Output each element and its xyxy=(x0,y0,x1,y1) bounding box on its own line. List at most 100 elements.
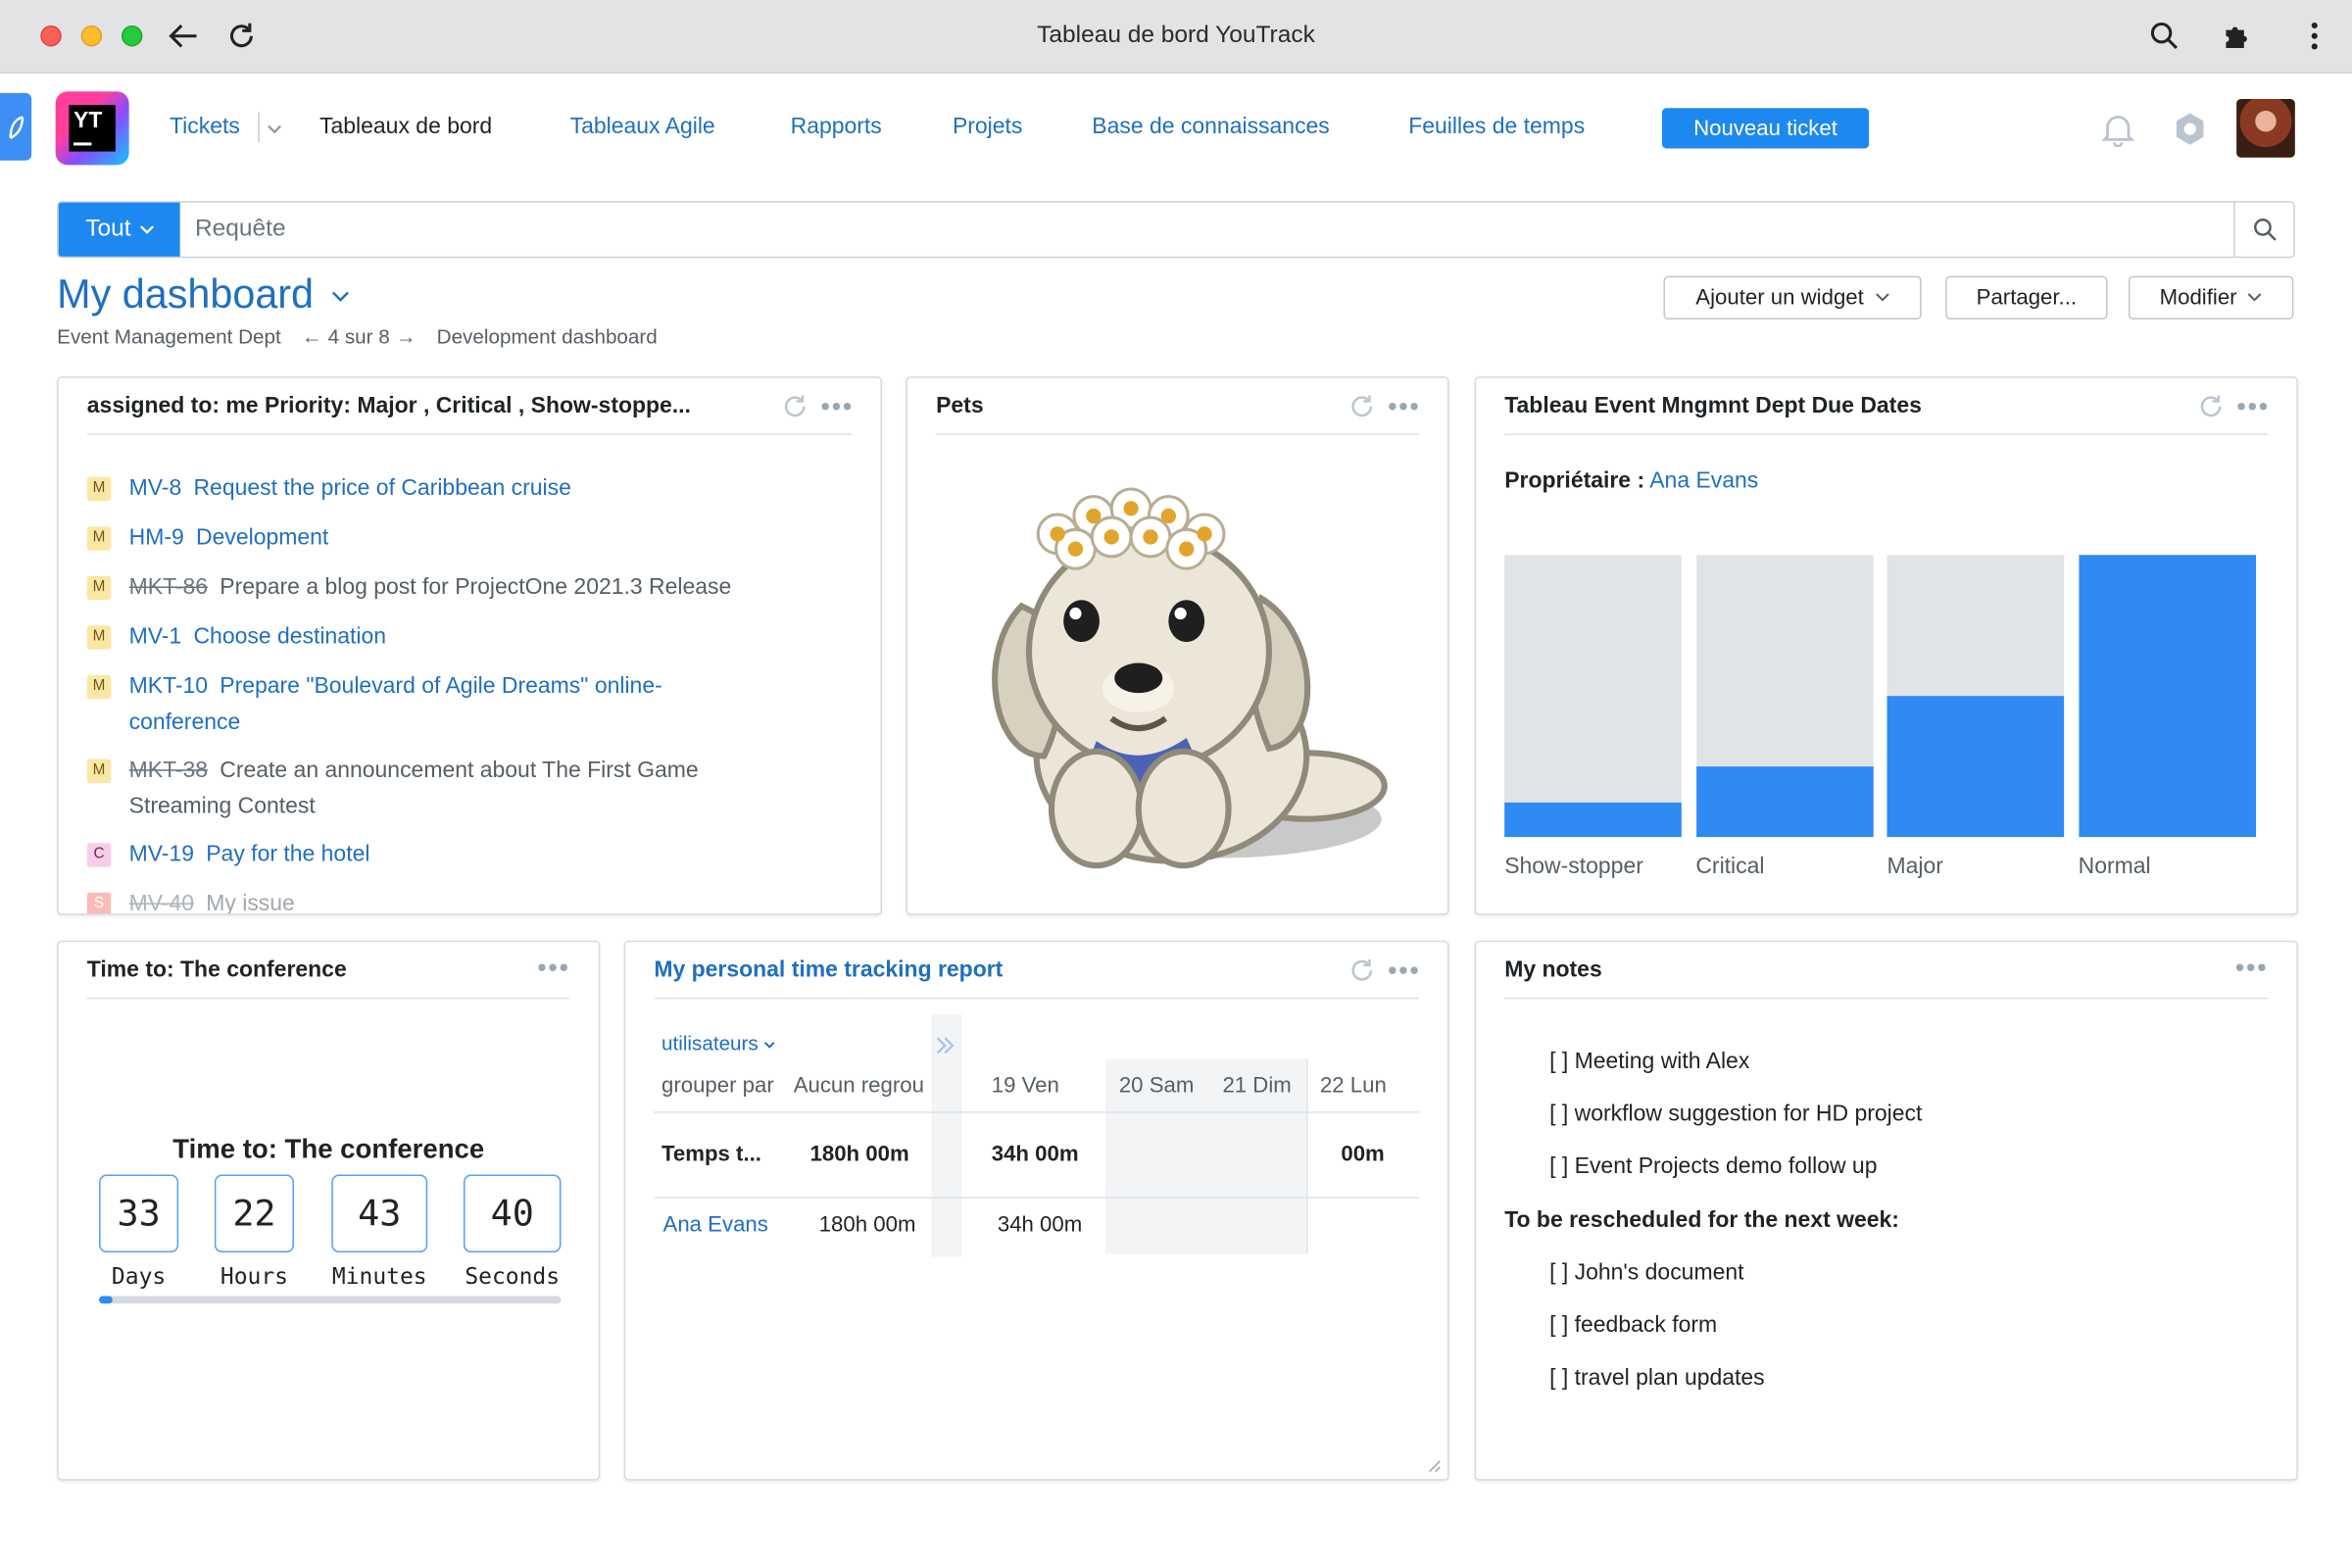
user-avatar[interactable] xyxy=(2236,99,2295,158)
countdown-seconds-value: 40 xyxy=(463,1174,562,1253)
issue-row[interactable]: S MV-40 My issue xyxy=(86,887,295,914)
widget-menu-icon[interactable]: ••• xyxy=(537,954,570,981)
issue-summary[interactable]: Choose destination xyxy=(193,624,386,650)
issue-summary[interactable]: Request the price of Caribbean cruise xyxy=(193,475,570,501)
next-dashboard-arrow-icon[interactable]: → xyxy=(396,325,416,348)
issues-widget: assigned to: me Priority: Major , Critic… xyxy=(57,376,882,915)
countdown-seconds-label: Seconds xyxy=(465,1262,561,1291)
priority-badge: C xyxy=(86,843,112,867)
issue-id[interactable]: MV-19 xyxy=(129,842,194,867)
zoom-search-icon[interactable] xyxy=(2146,18,2182,54)
issue-id[interactable]: MV-1 xyxy=(129,624,182,650)
add-widget-button[interactable]: Ajouter un widget xyxy=(1663,275,1922,320)
countdown-widget-title: Time to: The conference xyxy=(86,956,347,983)
chevron-down-icon[interactable] xyxy=(267,124,281,135)
settings-gear-icon[interactable] xyxy=(2171,110,2210,149)
next-dashboard-link[interactable]: Development dashboard xyxy=(437,325,658,348)
widget-menu-icon[interactable]: ••• xyxy=(820,393,854,420)
widget-menu-icon[interactable]: ••• xyxy=(1388,957,1421,985)
feather-icon xyxy=(8,115,24,139)
issue-row[interactable]: C MV-19 Pay for the hotel xyxy=(86,837,370,872)
countdown-widget: Time to: The conference ••• Time to: The… xyxy=(57,940,601,1481)
issue-row[interactable]: M HM-9 Development xyxy=(86,520,328,556)
issue-id[interactable]: MV-8 xyxy=(129,475,182,501)
owner-link[interactable]: Ana Evans xyxy=(1649,468,1758,494)
priority-badge: M xyxy=(86,625,112,650)
group-selector[interactable]: utilisateurs xyxy=(662,1032,776,1054)
widget-menu-icon[interactable]: ••• xyxy=(2235,954,2269,981)
extensions-puzzle-icon[interactable] xyxy=(2219,18,2255,54)
note-item: [ ] travel plan updates xyxy=(1549,1364,1765,1391)
issue-row[interactable]: M MV-8 Request the price of Caribbean cru… xyxy=(86,471,571,507)
nav-dashboards[interactable]: Tableaux de bord xyxy=(319,114,492,139)
chevron-down-icon xyxy=(140,224,155,234)
search-button[interactable] xyxy=(2233,202,2293,257)
countdown-progress-fill xyxy=(99,1296,114,1304)
issue-summary[interactable]: Prepare a blog post for ProjectOne 2021.… xyxy=(220,574,731,600)
bar-critical[interactable] xyxy=(1695,766,1873,838)
new-ticket-button[interactable]: Nouveau ticket xyxy=(1661,108,1870,149)
issue-summary[interactable]: Create an announcement about The First G… xyxy=(129,758,699,818)
bar-show-stopper[interactable] xyxy=(1504,803,1682,838)
issue-id[interactable]: MKT-86 xyxy=(129,574,208,600)
nav-projects[interactable]: Projets xyxy=(953,114,1022,139)
edit-dashboard-button[interactable]: Modifier xyxy=(2128,275,2294,320)
nav-knowledge-base[interactable]: Base de connaissances xyxy=(1092,114,1330,139)
logo-text: YT xyxy=(73,108,103,134)
resize-handle-icon[interactable] xyxy=(1427,1458,1442,1473)
refresh-icon[interactable] xyxy=(1348,957,1376,985)
expand-double-chevron-icon[interactable] xyxy=(935,1037,956,1054)
side-panel-toggle[interactable] xyxy=(0,92,32,161)
bell-icon[interactable] xyxy=(2098,110,2137,149)
refresh-icon[interactable] xyxy=(1348,393,1376,420)
issue-summary[interactable]: Pay for the hotel xyxy=(206,842,369,867)
total-row-total: 180h 00m xyxy=(809,1143,909,1167)
group-by-value[interactable]: Aucun regrou xyxy=(794,1074,932,1098)
pets-widget-title: Pets xyxy=(936,393,984,419)
bar-normal[interactable] xyxy=(2078,555,2256,838)
share-button[interactable]: Partager... xyxy=(1945,275,2108,320)
nav-tickets[interactable]: Tickets xyxy=(170,114,240,139)
refresh-icon[interactable] xyxy=(2197,393,2225,420)
note-item: [ ] Meeting with Alex xyxy=(1549,1048,1750,1074)
issue-summary[interactable]: My issue xyxy=(206,891,295,913)
issue-summary[interactable]: Development xyxy=(196,525,328,551)
bar-category-label: Critical xyxy=(1695,853,1765,879)
issue-row[interactable]: M MKT-10 Prepare "Boulevard of Agile Drea… xyxy=(86,669,747,740)
widget-menu-icon[interactable]: ••• xyxy=(2236,393,2270,420)
more-vertical-icon[interactable] xyxy=(2296,18,2332,54)
window-titlebar: Tableau de bord YouTrack xyxy=(0,0,2352,74)
dashboard-pager: 4 sur 8 xyxy=(327,325,390,349)
previous-dashboard-arrow-icon[interactable]: ← xyxy=(302,325,322,348)
youtrack-logo[interactable]: YT xyxy=(55,91,129,166)
issue-row[interactable]: M MKT-86 Prepare a blog post for ProjectO… xyxy=(86,570,731,606)
refresh-icon[interactable] xyxy=(782,393,809,420)
due-dates-widget-title: Tableau Event Mngmnt Dept Due Dates xyxy=(1504,393,1922,419)
issue-row[interactable]: M MKT-38 Create an announcement about The… xyxy=(86,753,792,823)
dashboard-title[interactable]: My dashboard xyxy=(57,271,349,318)
note-item: [ ] Event Projects demo follow up xyxy=(1549,1153,1878,1180)
nav-timesheets[interactable]: Feuilles de temps xyxy=(1408,114,1585,139)
note-item: [ ] workflow suggestion for HD project xyxy=(1549,1101,1923,1127)
search-query-input[interactable] xyxy=(179,202,2235,257)
bar-major[interactable] xyxy=(1886,696,2065,838)
issue-id[interactable]: MKT-10 xyxy=(129,673,208,699)
issue-row[interactable]: M MV-1 Choose destination xyxy=(86,619,386,655)
issue-id[interactable]: MV-40 xyxy=(129,891,194,913)
search-context-selector[interactable]: Tout xyxy=(58,202,180,257)
nav-agile-boards[interactable]: Tableaux Agile xyxy=(570,114,715,139)
time-tracking-widget-title[interactable]: My personal time tracking report xyxy=(654,957,1003,983)
priority-badge: M xyxy=(86,759,112,783)
time-tracking-widget: My personal time tracking report ••• uti… xyxy=(623,940,1449,1481)
puppy-image xyxy=(992,487,1388,869)
issue-summary[interactable]: Prepare "Boulevard of Agile Dreams" onli… xyxy=(129,673,662,734)
issue-id[interactable]: MKT-38 xyxy=(129,758,208,783)
widget-menu-icon[interactable]: ••• xyxy=(1388,393,1421,420)
priority-badge: S xyxy=(86,892,112,914)
user-row-label[interactable]: Ana Evans xyxy=(663,1213,768,1237)
day-header: 19 Ven xyxy=(991,1073,1059,1099)
issue-id[interactable]: HM-9 xyxy=(129,525,184,551)
countdown-minutes-value: 43 xyxy=(331,1174,428,1253)
edit-label: Modifier xyxy=(2159,285,2237,311)
nav-reports[interactable]: Rapports xyxy=(791,114,882,139)
